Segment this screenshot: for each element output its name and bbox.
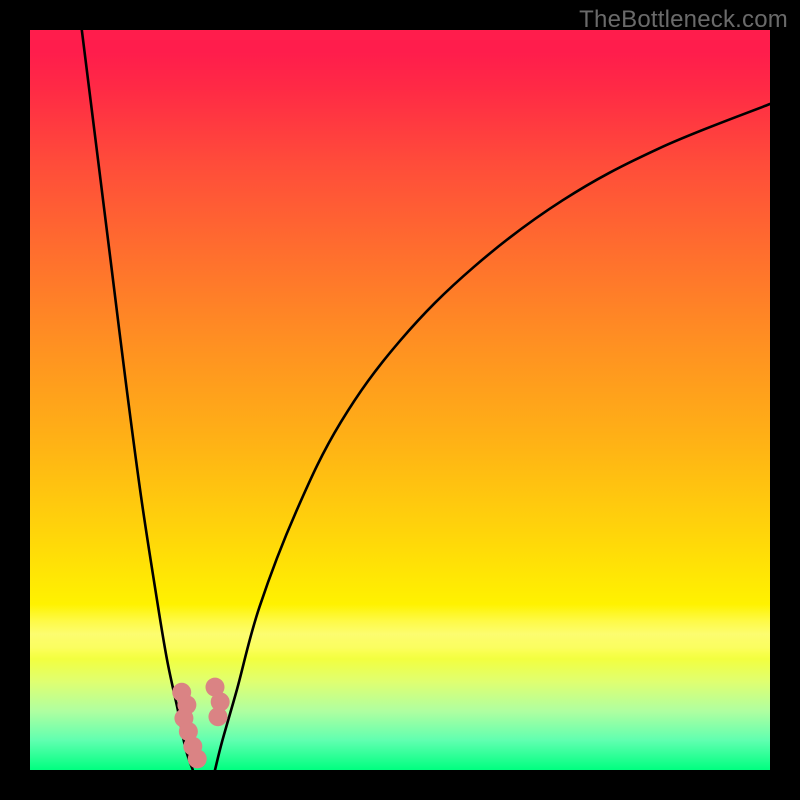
chart-background-gradient [30, 30, 770, 770]
gradient-yellow-band [30, 604, 770, 660]
chart-frame [30, 30, 770, 770]
watermark-text: TheBottleneck.com [579, 6, 788, 34]
gradient-main [30, 30, 770, 770]
